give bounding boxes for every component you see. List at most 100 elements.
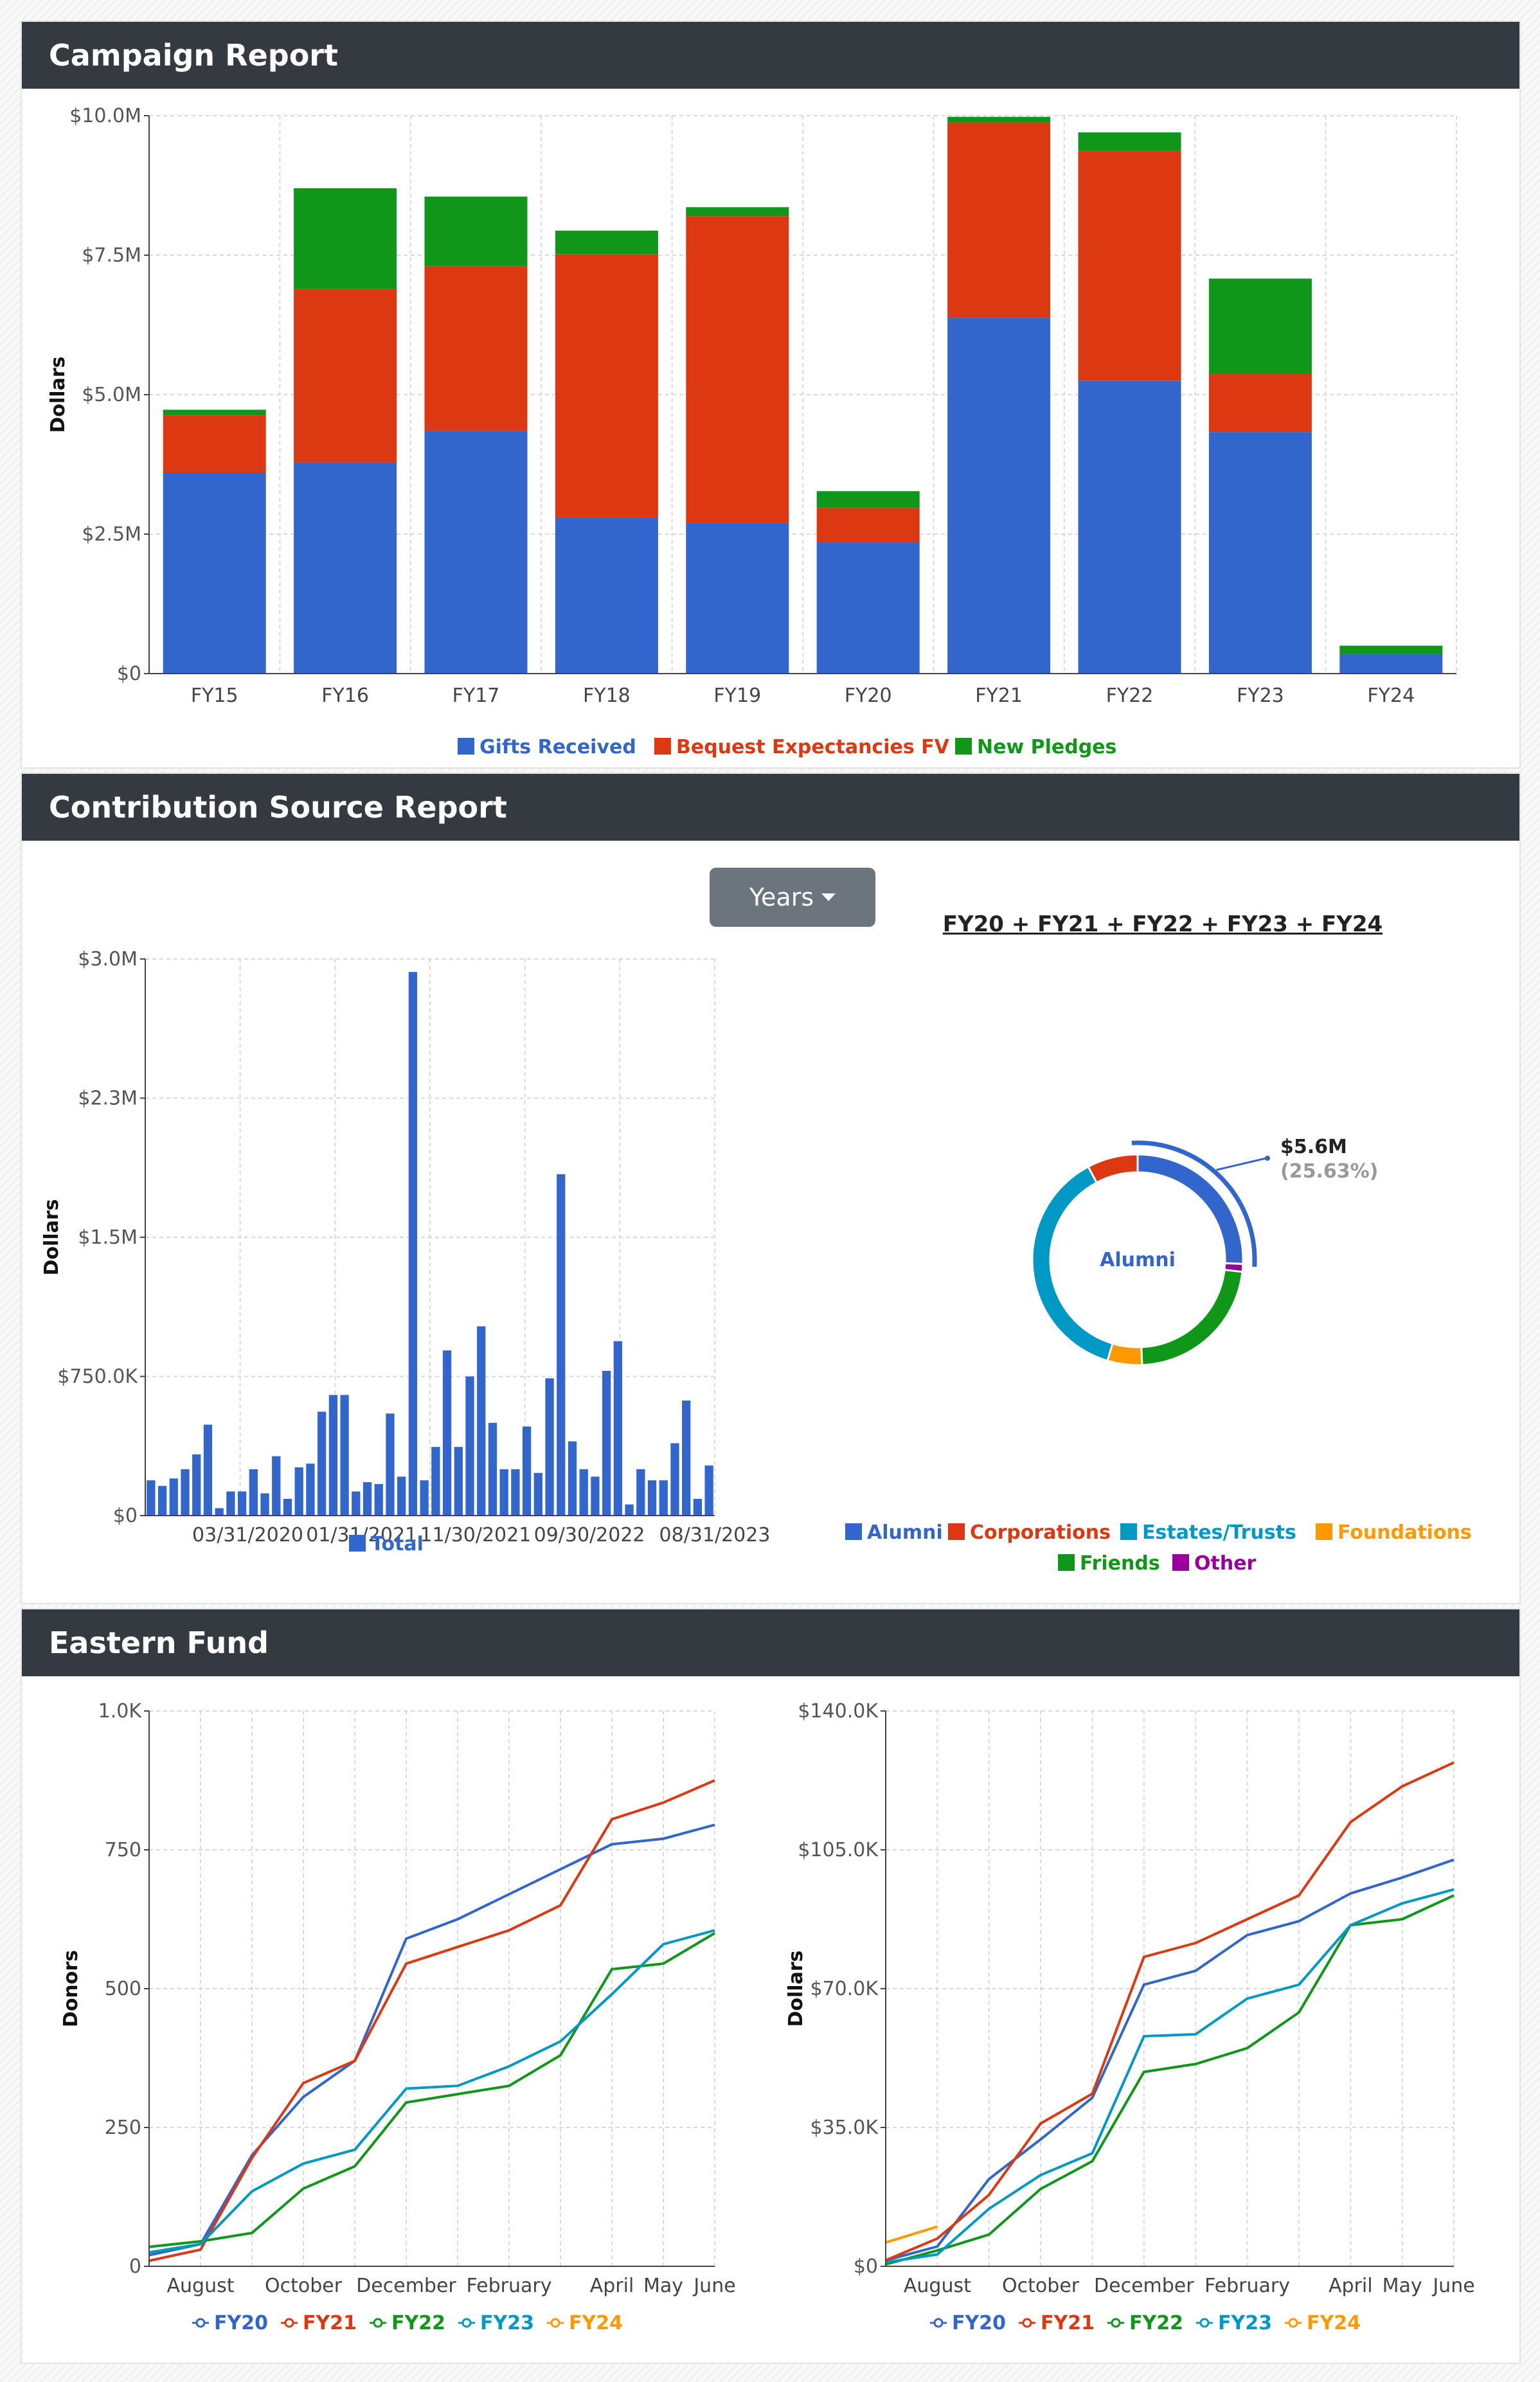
series-line (885, 1858, 1455, 2262)
x-tick-label: February (1204, 2275, 1290, 2297)
y-tick-label: $0 (117, 663, 141, 685)
donut-slice (1136, 1153, 1244, 1266)
bar-segment (1078, 381, 1181, 674)
bar-segment (555, 254, 658, 517)
x-tick-label: FY17 (452, 685, 500, 707)
bar-segment (1339, 645, 1443, 654)
bar-segment (424, 266, 528, 431)
series-line (885, 1761, 1455, 2262)
eastern-fund-card: Eastern Fund August October December Februa… (21, 1608, 1521, 2364)
legend-label: Corporations (970, 1521, 1111, 1544)
x-tick-label: August (904, 2275, 971, 2297)
bar-segment (294, 462, 397, 674)
x-tick-label: October (1002, 2275, 1080, 2297)
legend-swatch (458, 738, 474, 755)
bar-segment (163, 409, 266, 416)
legend-swatch (948, 1523, 965, 1540)
bar-segment (816, 508, 920, 543)
contribution-donut-chart: $5.6M(25.63%) Alumni Alumni Corporations Est… (845, 1136, 1472, 1575)
x-tick-label: FY19 (713, 685, 761, 707)
series-line (885, 1888, 1455, 2264)
donut-center-label: Alumni (1100, 1249, 1176, 1271)
x-tick-label: June (1431, 2275, 1474, 2297)
y-axis-title: Dollars (785, 1951, 807, 2027)
bar-segment (947, 318, 1051, 674)
eastern-fund-title: Eastern Fund (49, 1625, 269, 1660)
x-tick-label: December (1094, 2275, 1194, 2297)
bar-segment (1339, 654, 1443, 674)
contribution-report-header: Contribution Source Report (22, 774, 1519, 841)
y-tick-label: $35.0K (810, 2117, 879, 2139)
legend-swatch (1316, 1523, 1332, 1540)
legend-label: Alumni (867, 1521, 943, 1544)
legend-label: FY22 (1129, 2312, 1183, 2334)
campaign-report-header: Campaign Report (22, 22, 1519, 89)
bar-segment (294, 188, 397, 289)
legend-marker (1022, 2318, 1032, 2328)
x-tick-label: FY16 (321, 685, 369, 707)
bar-segment (555, 230, 658, 255)
y-tick-label: $70.0K (810, 1978, 879, 2000)
eastern-fund-header: Eastern Fund (22, 1609, 1519, 1676)
chart-legend: Friends Other (1058, 1552, 1257, 1575)
bar-segment (294, 289, 397, 463)
legend-label: New Pledges (977, 736, 1116, 758)
donut-slice (1106, 1342, 1143, 1366)
bar-segment (555, 517, 658, 674)
y-tick-label: $7.5M (82, 244, 141, 267)
legend-label: Estates/Trusts (1142, 1521, 1296, 1544)
bar-segment (816, 491, 920, 508)
bar-segment (947, 116, 1051, 123)
eastern-fund-body: August October December February April May Jun… (22, 1676, 1519, 2361)
bar-segment (1078, 132, 1181, 151)
chart-legend: Alumni Corporations Estates/Trusts Foundati… (845, 1521, 1472, 1544)
legend-label: Other (1194, 1552, 1257, 1575)
bar-segment (1208, 432, 1312, 674)
bar-segment (947, 122, 1051, 318)
bar-segment (424, 431, 528, 674)
legend-marker (1288, 2318, 1298, 2328)
y-tick-label: $105.0K (798, 1839, 879, 1861)
legend-marker (1111, 2318, 1121, 2328)
y-axis-title: Dollars (47, 357, 69, 433)
bar-segment (686, 216, 789, 523)
legend-label: FY23 (1218, 2312, 1272, 2334)
donut-slice (1087, 1153, 1139, 1184)
legend-swatch (1120, 1523, 1137, 1540)
x-tick-label: FY18 (583, 685, 631, 707)
legend-label: FY21 (1041, 2312, 1095, 2334)
contribution-report-body: Years FY20 + FY21 + FY22 + FY23 + FY24 0… (22, 841, 1519, 1602)
y-tick-label: $0 (854, 2255, 878, 2278)
chart-legend: Gifts Received Bequest Expectancies FV New… (458, 736, 1116, 758)
campaign-report-title: Campaign Report (49, 38, 338, 73)
contribution-report-title: Contribution Source Report (49, 790, 507, 825)
legend-marker (933, 2318, 944, 2328)
callout-line (1216, 1157, 1267, 1171)
bar-segment (163, 472, 266, 674)
x-tick-label: April (1329, 2275, 1373, 2297)
legend-label: FY20 (952, 2312, 1006, 2334)
legend-marker (1199, 2318, 1210, 2328)
legend-label: Bequest Expectancies FV (676, 736, 950, 758)
y-tick-label: $10.0M (69, 105, 141, 127)
chart-legend: FY20 FY21 FY22 FY23 FY24 (930, 2312, 1361, 2334)
y-tick-label: $5.0M (82, 384, 141, 406)
legend-swatch (1172, 1554, 1189, 1571)
campaign-bar-chart: FY15 FY16 FY17 FY18 FY19 FY20 FY21 FY22 FY23 FY24… (47, 105, 1457, 758)
legend-label: Foundations (1338, 1521, 1472, 1544)
legend-swatch (845, 1523, 862, 1540)
legend-label: Gifts Received (479, 736, 636, 758)
bar-segment (424, 196, 528, 267)
dollars-line-chart: August October December February April May Jun… (785, 1700, 1475, 2334)
x-tick-label: FY22 (1106, 685, 1154, 707)
bar-segment (686, 207, 789, 217)
legend-label: FY24 (1307, 2312, 1361, 2334)
legend-label: Friends (1080, 1552, 1160, 1575)
bar-segment (1208, 278, 1312, 374)
contribution-report-card: Contribution Source Report Years FY20 + … (21, 773, 1521, 1604)
x-tick-label: May (1383, 2275, 1422, 2297)
x-tick-label: FY24 (1367, 685, 1415, 707)
bar-segment (1208, 373, 1312, 433)
campaign-report-card: Campaign Report FY15 FY16 FY17 FY18 FY19 FY20… (21, 21, 1521, 769)
bar-segment (816, 542, 920, 674)
